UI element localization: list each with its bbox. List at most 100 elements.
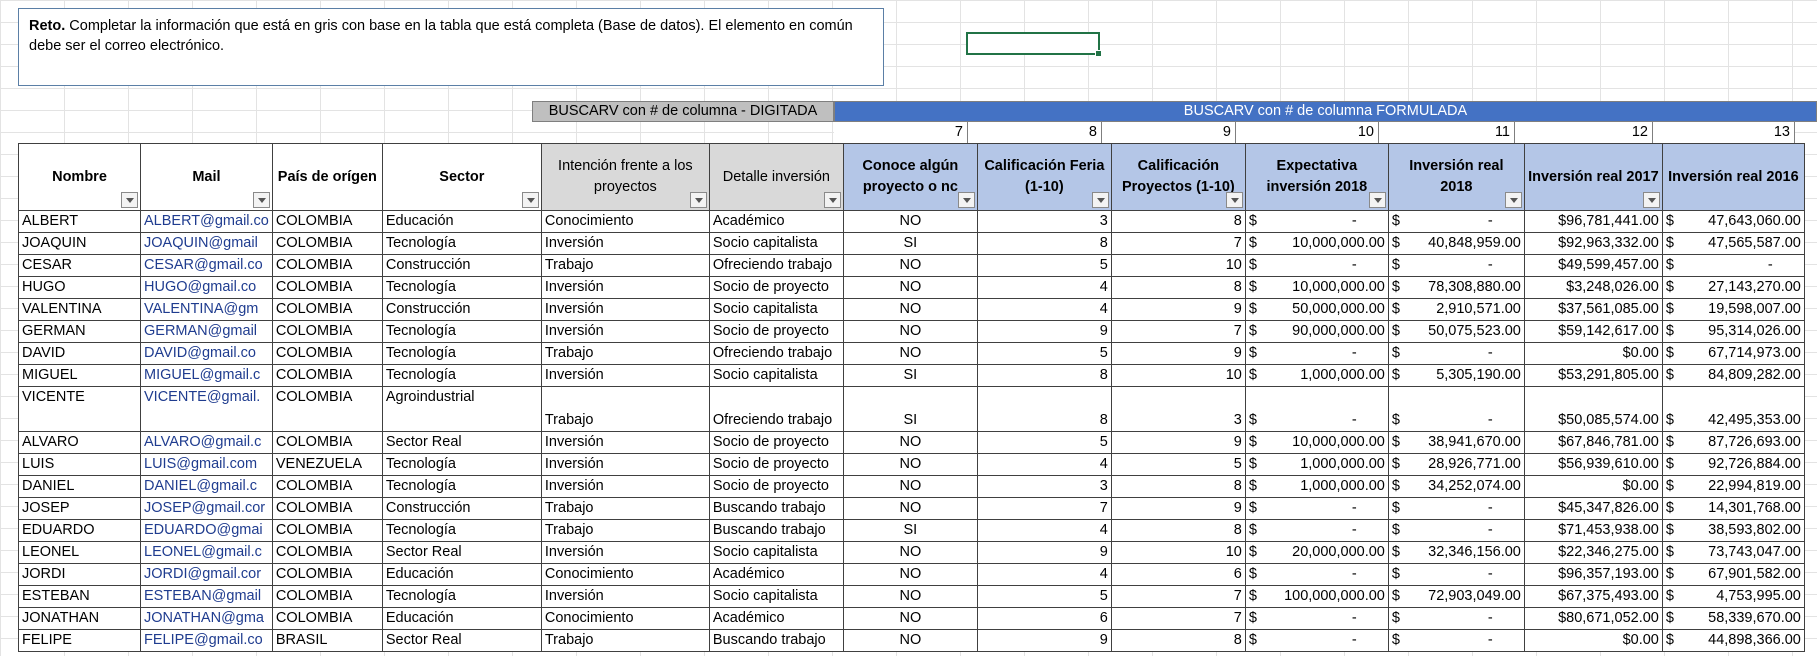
table-cell[interactable]: $56,939,610.00	[1523, 453, 1663, 476]
table-cell[interactable]: $0.00	[1523, 475, 1663, 498]
table-cell[interactable]: $22,346,275.00	[1523, 541, 1663, 564]
table-cell[interactable]: 6	[976, 607, 1112, 630]
table-cell[interactable]: $90,000,000.00	[1244, 320, 1389, 343]
table-cell[interactable]: $95,314,026.00	[1661, 320, 1805, 343]
table-cell[interactable]: JOSEP	[18, 497, 141, 520]
table-cell[interactable]: 4	[976, 563, 1112, 586]
table-cell[interactable]: NO	[842, 276, 978, 299]
table-cell[interactable]: CESAR	[18, 254, 141, 277]
table-cell[interactable]: $50,085,574.00	[1523, 386, 1663, 432]
table-cell[interactable]: $27,143,270.00	[1661, 276, 1805, 299]
table-cell[interactable]: Trabajo	[540, 254, 710, 277]
table-cell[interactable]: $ -	[1244, 254, 1389, 277]
table-cell[interactable]: 8	[1110, 519, 1246, 542]
table-cell[interactable]: NO	[842, 497, 978, 520]
table-cell[interactable]: COLOMBIA	[271, 364, 383, 387]
table-cell[interactable]: Inversión	[540, 364, 710, 387]
table-cell[interactable]: ESTEBAN	[18, 585, 141, 608]
table-cell[interactable]: Inversión	[540, 320, 710, 343]
table-cell[interactable]: SI	[842, 364, 978, 387]
filter-dropdown-icon[interactable]	[1225, 192, 1243, 208]
table-cell[interactable]: $73,743,047.00	[1661, 541, 1805, 564]
table-cell[interactable]: DAVID@gmail.co	[140, 342, 273, 365]
table-cell[interactable]: 7	[1110, 607, 1246, 630]
table-cell[interactable]: Ofreciendo trabajo	[708, 342, 844, 365]
table-cell[interactable]: ALVARO	[18, 431, 141, 454]
table-cell[interactable]: $ -	[1244, 342, 1389, 365]
table-cell[interactable]: $32,346,156.00	[1387, 541, 1525, 564]
table-cell[interactable]: $67,901,582.00	[1661, 563, 1805, 586]
table-cell[interactable]: $67,714,973.00	[1661, 342, 1805, 365]
table-cell[interactable]: Conocimiento	[540, 607, 710, 630]
table-cell[interactable]: $53,291,805.00	[1523, 364, 1663, 387]
table-cell[interactable]: Trabajo	[540, 519, 710, 542]
filter-dropdown-icon[interactable]	[1091, 192, 1109, 208]
table-cell[interactable]: Tecnología	[381, 585, 542, 608]
table-cell[interactable]: 8	[976, 364, 1112, 387]
table-cell[interactable]: JORDI@gmail.cor	[140, 563, 273, 586]
table-cell[interactable]: Sector Real	[381, 629, 542, 652]
table-cell[interactable]: $96,357,193.00	[1523, 563, 1663, 586]
table-cell[interactable]: Tecnología	[381, 519, 542, 542]
table-cell[interactable]: $ -	[1244, 563, 1389, 586]
table-cell[interactable]: FELIPE	[18, 629, 141, 652]
challenge-note[interactable]: Reto. Completar la información que está …	[18, 8, 884, 86]
table-cell[interactable]: COLOMBIA	[271, 342, 383, 365]
table-cell[interactable]: Tecnología	[381, 475, 542, 498]
table-cell[interactable]: COLOMBIA	[271, 563, 383, 586]
table-cell[interactable]: Inversión	[540, 475, 710, 498]
table-cell[interactable]: $80,671,052.00	[1523, 607, 1663, 630]
filter-dropdown-icon[interactable]	[1504, 192, 1522, 208]
table-cell[interactable]: $47,643,060.00	[1661, 210, 1805, 233]
table-cell[interactable]: $67,375,493.00	[1523, 585, 1663, 608]
table-cell[interactable]: 5	[976, 254, 1112, 277]
table-cell[interactable]: COLOMBIA	[271, 519, 383, 542]
table-cell[interactable]: NO	[842, 320, 978, 343]
table-cell[interactable]: VENEZUELA	[271, 453, 383, 476]
table-cell[interactable]: Tecnología	[381, 320, 542, 343]
table-cell[interactable]: $ -	[1387, 607, 1525, 630]
table-cell[interactable]: $10,000,000.00	[1244, 276, 1389, 299]
table-cell[interactable]: Conocimiento	[540, 210, 710, 233]
table-cell[interactable]: Inversión	[540, 431, 710, 454]
table-cell[interactable]: COLOMBIA	[271, 320, 383, 343]
table-cell[interactable]: NO	[842, 541, 978, 564]
table-cell[interactable]: Académico	[708, 210, 844, 233]
table-cell[interactable]: Conocimiento	[540, 563, 710, 586]
table-cell[interactable]: Socio capitalista	[708, 298, 844, 321]
table-cell[interactable]: $37,561,085.00	[1523, 298, 1663, 321]
table-cell[interactable]: $0.00	[1523, 629, 1663, 652]
table-cell[interactable]: Tecnología	[381, 342, 542, 365]
table-cell[interactable]: EDUARDO@gmai	[140, 519, 273, 542]
table-cell[interactable]: $72,903,049.00	[1387, 585, 1525, 608]
table-cell[interactable]: Socio capitalista	[708, 541, 844, 564]
table-cell[interactable]: LEONEL	[18, 541, 141, 564]
table-cell[interactable]: $3,248,026.00	[1523, 276, 1663, 299]
table-cell[interactable]: Buscando trabajo	[708, 629, 844, 652]
table-cell[interactable]: Socio capitalista	[708, 364, 844, 387]
table-cell[interactable]: MIGUEL@gmail.c	[140, 364, 273, 387]
table-cell[interactable]: $42,495,353.00	[1661, 386, 1805, 432]
table-cell[interactable]: CESAR@gmail.co	[140, 254, 273, 277]
table-cell[interactable]: $67,846,781.00	[1523, 431, 1663, 454]
table-cell[interactable]: Educación	[381, 607, 542, 630]
table-cell[interactable]: 4	[976, 453, 1112, 476]
table-cell[interactable]: Socio capitalista	[708, 585, 844, 608]
filter-dropdown-icon[interactable]	[121, 192, 138, 208]
table-cell[interactable]: 8	[976, 232, 1112, 255]
filter-dropdown-icon[interactable]	[957, 192, 975, 208]
table-cell[interactable]: 5	[1110, 453, 1246, 476]
table-cell[interactable]: NO	[842, 475, 978, 498]
table-cell[interactable]: $ -	[1244, 210, 1389, 233]
table-cell[interactable]: Sector Real	[381, 431, 542, 454]
table-cell[interactable]: Tecnología	[381, 232, 542, 255]
table-cell[interactable]: 10	[1110, 364, 1246, 387]
table-cell[interactable]: Tecnología	[381, 364, 542, 387]
table-cell[interactable]: Inversión	[540, 298, 710, 321]
table-cell[interactable]: $28,926,771.00	[1387, 453, 1525, 476]
table-cell[interactable]: Inversión	[540, 541, 710, 564]
table-cell[interactable]: COLOMBIA	[271, 541, 383, 564]
table-cell[interactable]: 8	[1110, 629, 1246, 652]
table-cell[interactable]: Tecnología	[381, 276, 542, 299]
table-cell[interactable]: LEONEL@gmail.c	[140, 541, 273, 564]
